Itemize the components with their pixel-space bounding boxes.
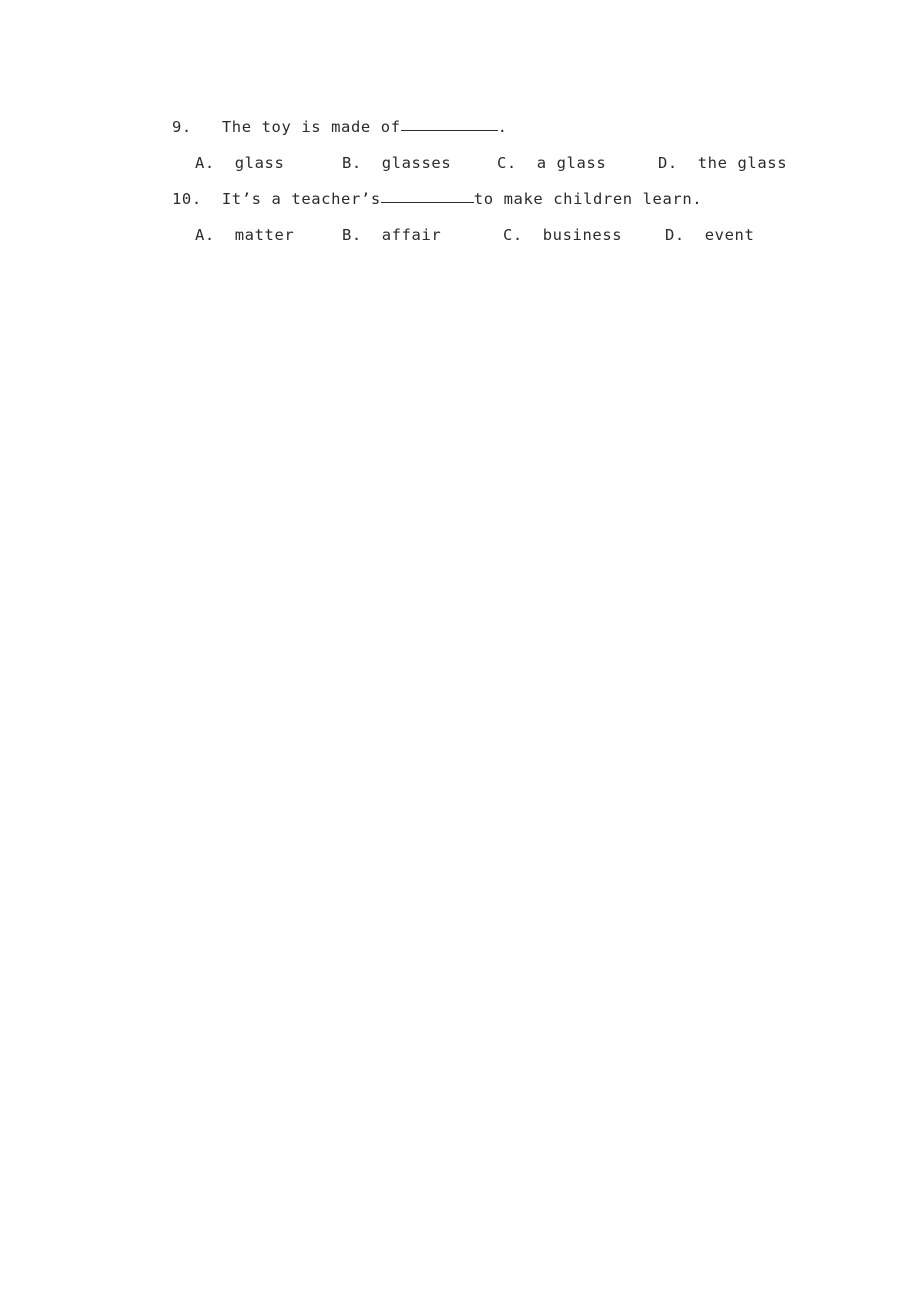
document-page: 9. The toy is made of. A. glass B. glass… [0,0,920,1302]
option-10-c-letter: C. [503,226,523,244]
options-row-9: A. glass B. glasses C. a glass D. the gl… [172,154,812,190]
option-10-a-letter: A. [195,226,215,244]
question-stem-10: 10. It’s a teacher’s to make children lea… [172,190,812,226]
option-10-a-text: matter [214,226,295,244]
option-10-a[interactable]: A. matter [195,226,294,244]
options-row-10: A. matter B. affair C. business D. event [172,226,812,262]
option-9-c-letter: C. [497,154,517,172]
option-9-b[interactable]: B. glasses [342,154,451,172]
question-text-9-before-blank: The toy is made of [202,118,401,136]
option-9-d-text: the glass [677,154,788,172]
option-10-d[interactable]: D. event [665,226,754,244]
option-10-d-letter: D. [665,226,685,244]
option-10-b-letter: B. [342,226,362,244]
option-9-b-text: glasses [361,154,452,172]
question-stem-9: 9. The toy is made of. [172,118,812,154]
answer-blank-9[interactable] [400,130,498,131]
question-text-9-after-blank: . [497,118,508,136]
option-9-b-letter: B. [342,154,362,172]
option-10-c[interactable]: C. business [503,226,622,244]
question-number-9: 9. [172,118,192,136]
answer-blank-10[interactable] [380,202,474,203]
option-10-b-text: affair [361,226,442,244]
question-list: 9. The toy is made of. A. glass B. glass… [172,118,812,262]
question-text-10-before-blank: It’s a teacher’s [202,190,381,208]
option-9-c[interactable]: C. a glass [497,154,606,172]
option-10-d-text: event [684,226,755,244]
option-9-a[interactable]: A. glass [195,154,284,172]
question-number-10: 10. [172,190,202,208]
option-9-a-text: glass [214,154,285,172]
option-9-d-letter: D. [658,154,678,172]
option-9-c-text: a glass [516,154,607,172]
option-9-a-letter: A. [195,154,215,172]
question-text-10-after-blank: to make children learn. [473,190,703,208]
option-10-b[interactable]: B. affair [342,226,441,244]
option-10-c-text: business [522,226,623,244]
option-9-d[interactable]: D. the glass [658,154,787,172]
